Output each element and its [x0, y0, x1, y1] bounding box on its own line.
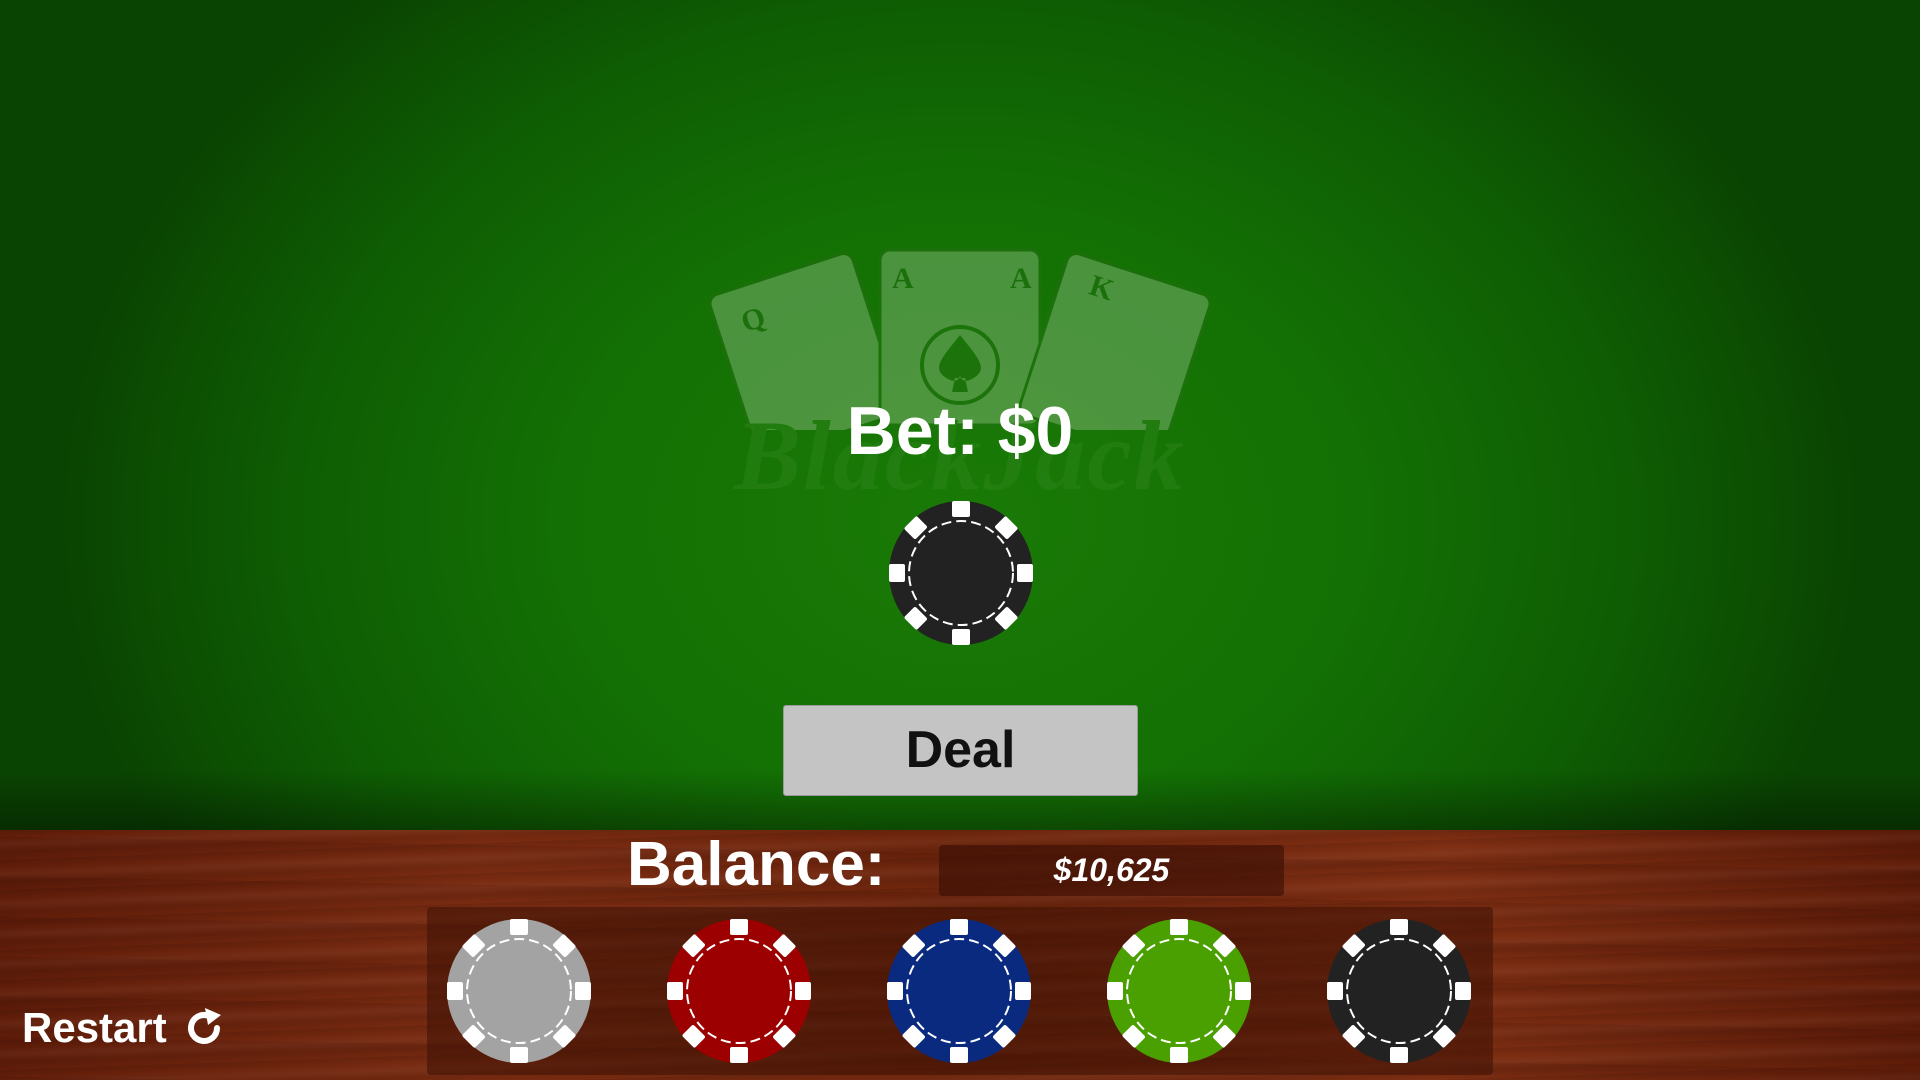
chip-blue[interactable]	[886, 918, 1032, 1064]
svg-text:A: A	[1010, 262, 1032, 295]
chip-grey[interactable]	[446, 918, 592, 1064]
restart-icon	[187, 1008, 221, 1044]
restart-button[interactable]: Restart	[22, 1003, 227, 1053]
restart-label: Restart	[22, 1004, 167, 1051]
chip-black[interactable]	[1326, 918, 1472, 1064]
deal-button[interactable]: Deal	[783, 705, 1138, 796]
balance-value: $10,625	[939, 845, 1284, 896]
svg-text:A: A	[892, 262, 914, 295]
bet-amount: Bet: $0	[846, 393, 1074, 469]
chip-red[interactable]	[666, 918, 812, 1064]
balance-label: Balance:	[627, 830, 886, 899]
bet-chip[interactable]	[888, 500, 1034, 646]
chip-green[interactable]	[1106, 918, 1252, 1064]
